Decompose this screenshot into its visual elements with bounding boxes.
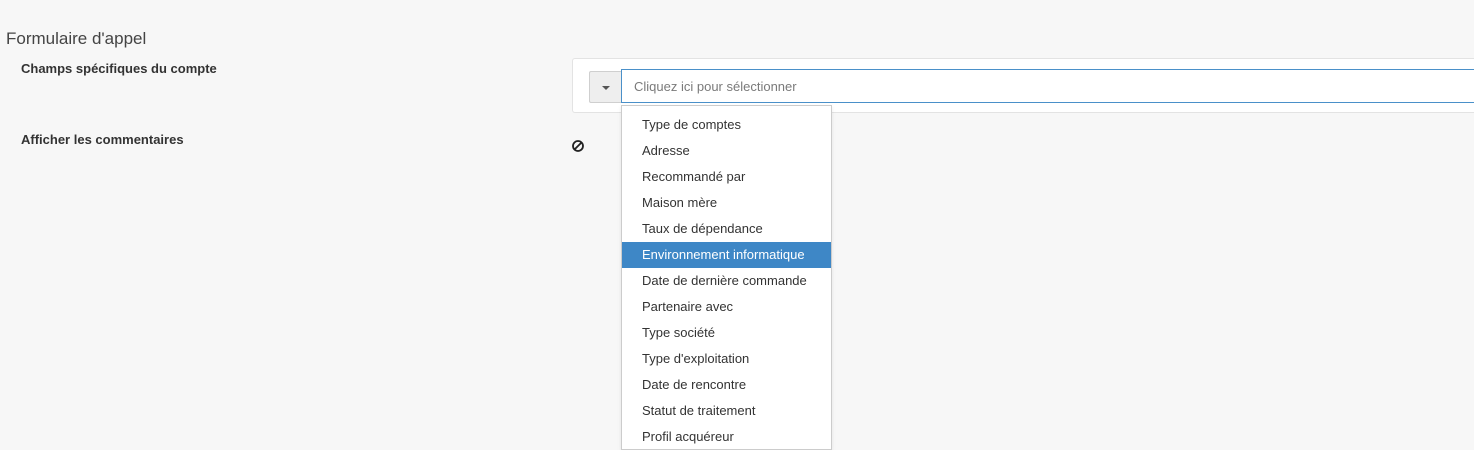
dropdown-option[interactable]: Type société — [622, 320, 831, 346]
dropdown-option[interactable]: Adresse — [622, 138, 831, 164]
dropdown-option[interactable]: Profil acquéreur — [622, 424, 831, 449]
account-specific-fields-label: Champs spécifiques du compte — [21, 61, 217, 76]
dropdown-option[interactable]: Type de comptes — [622, 112, 831, 138]
section-title: Formulaire d'appel — [6, 29, 147, 48]
dropdown-toggle-button[interactable] — [589, 71, 621, 103]
caret-down-icon — [601, 86, 610, 90]
dropdown-option[interactable]: Type d'exploitation — [622, 346, 831, 372]
select-search-input[interactable] — [621, 69, 1474, 103]
show-comments-label: Afficher les commentaires — [21, 132, 184, 147]
dropdown-option[interactable]: Taux de dépendance — [622, 216, 831, 242]
dropdown-option[interactable]: Statut de traitement — [622, 398, 831, 424]
dropdown-option[interactable]: Partenaire avec — [622, 294, 831, 320]
dropdown-option[interactable]: Date de dernière commande — [622, 268, 831, 294]
ban-icon[interactable] — [571, 139, 585, 153]
select-dropdown-list: Type de comptes Adresse Recommandé par Mais… — [621, 105, 832, 450]
dropdown-option[interactable]: Recommandé par — [622, 164, 831, 190]
dropdown-option[interactable]: Date de rencontre — [622, 372, 831, 398]
dropdown-option[interactable]: Maison mère — [622, 190, 831, 216]
dropdown-option[interactable]: Environnement informatique — [622, 242, 831, 268]
